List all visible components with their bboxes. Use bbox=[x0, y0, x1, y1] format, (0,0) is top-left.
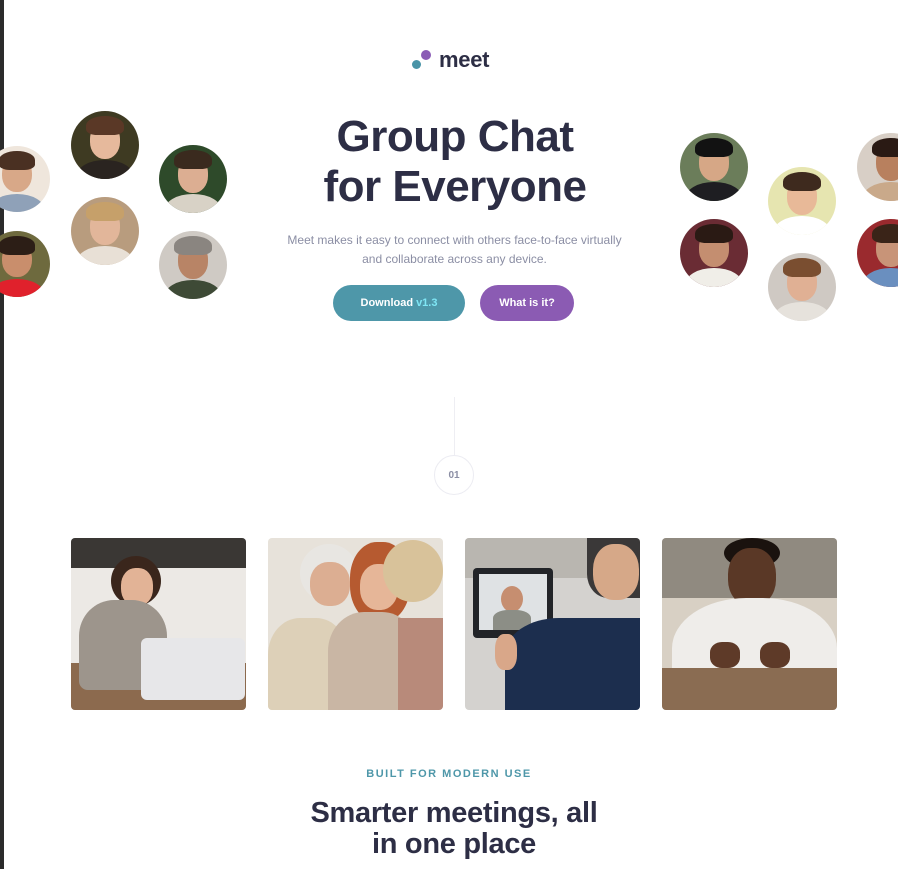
logo-dot-teal bbox=[412, 60, 421, 69]
section-heading-line2: in one place bbox=[372, 828, 536, 860]
what-is-it-button[interactable]: What is it? bbox=[480, 285, 574, 321]
logo-dot-purple bbox=[421, 50, 431, 60]
meet-logo[interactable]: meet bbox=[412, 48, 502, 74]
person-avatar bbox=[71, 111, 139, 179]
hero-subtitle: Meet makes it easy to connect with other… bbox=[262, 231, 647, 269]
person-avatar bbox=[0, 231, 50, 297]
woman-with-laptop-photo bbox=[71, 538, 246, 710]
person-avatar bbox=[680, 133, 748, 201]
step-number-badge: 01 bbox=[434, 455, 474, 495]
hero-title-line1: Group Chat bbox=[336, 112, 574, 161]
person-avatar bbox=[680, 219, 748, 287]
hero-title-line2: for Everyone bbox=[323, 162, 587, 211]
person-avatar bbox=[768, 167, 836, 235]
person-avatar bbox=[857, 133, 898, 201]
person-avatar bbox=[0, 146, 50, 212]
hero-subtitle-line2: and collaborate across any device. bbox=[362, 252, 547, 266]
section-divider-line bbox=[454, 397, 455, 455]
section-eyebrow: BUILT FOR MODERN USE bbox=[366, 768, 532, 780]
hero-subtitle-line1: Meet makes it easy to connect with other… bbox=[287, 233, 622, 247]
man-with-phone-photo bbox=[662, 538, 837, 710]
hero-title: Group Chat for Everyone bbox=[250, 112, 660, 212]
step-number: 01 bbox=[448, 469, 460, 481]
section-heading-line1: Smarter meetings, all bbox=[310, 797, 598, 829]
section-heading: Smarter meetings, all in one place bbox=[280, 798, 628, 860]
person-avatar bbox=[857, 219, 898, 287]
person-avatar bbox=[159, 231, 227, 299]
person-avatar bbox=[768, 253, 836, 321]
download-button[interactable]: Download v1.3 bbox=[333, 285, 465, 321]
download-button-label: Download bbox=[360, 297, 414, 309]
women-with-phone-photo bbox=[268, 538, 443, 710]
window-edge bbox=[0, 0, 4, 869]
what-is-it-label: What is it? bbox=[499, 297, 555, 309]
person-avatar bbox=[159, 145, 227, 213]
download-version: v1.3 bbox=[416, 297, 438, 309]
logo-wordmark: meet bbox=[439, 47, 490, 72]
man-on-video-call-photo bbox=[465, 538, 640, 710]
person-avatar bbox=[71, 197, 139, 265]
